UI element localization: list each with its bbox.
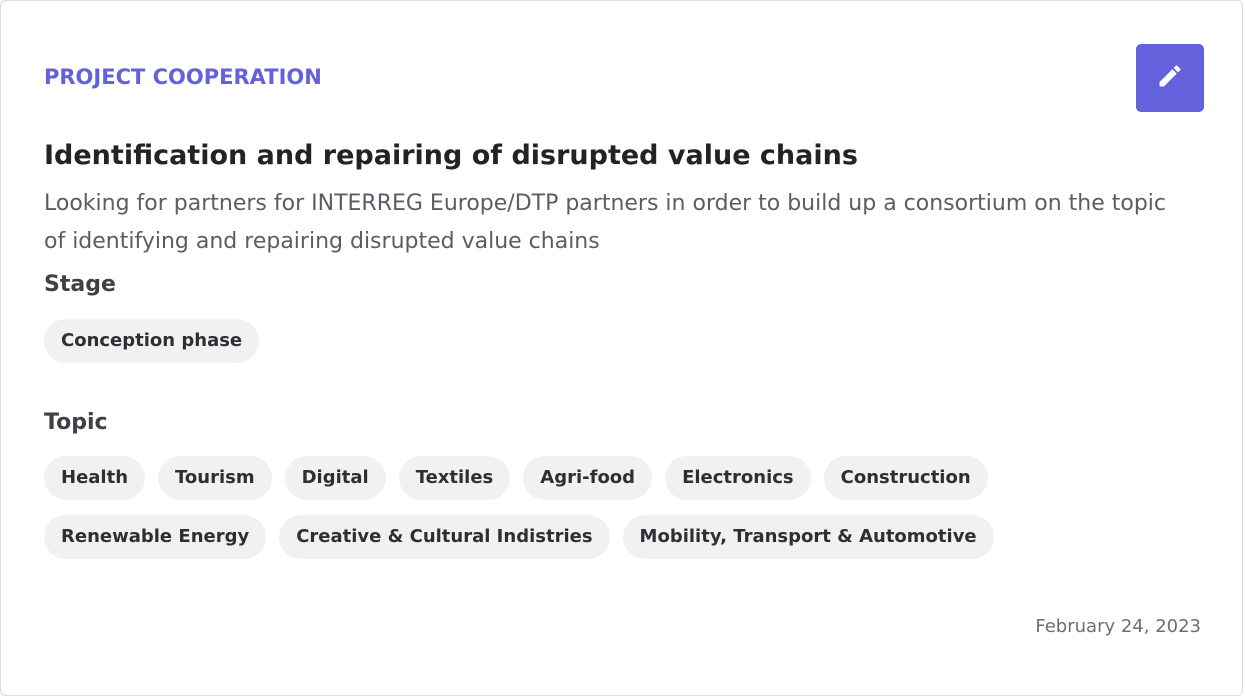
topic-chip[interactable]: Mobility, Transport & Automotive: [622, 515, 994, 559]
topic-chips-row-1: Health Tourism Digital Textiles Agri-foo…: [44, 456, 988, 500]
card-description: Looking for partners for INTERREG Europe…: [44, 191, 1167, 254]
stage-chips: Conception phase: [44, 319, 260, 363]
topic-chip[interactable]: Creative & Cultural Indistries: [279, 515, 610, 559]
topic-chips-row-2: Renewable Energy Creative & Cultural Ind…: [44, 515, 994, 559]
topic-label: Topic: [44, 410, 108, 435]
topic-chip[interactable]: Agri-food: [523, 456, 653, 500]
topic-chip[interactable]: Electronics: [665, 456, 811, 500]
edit-button[interactable]: [1136, 44, 1204, 112]
stage-chip[interactable]: Conception phase: [44, 319, 260, 363]
card-title: Identification and repairing of disrupte…: [44, 140, 858, 171]
topic-chip[interactable]: Construction: [823, 456, 988, 500]
stage-label: Stage: [44, 272, 116, 297]
topic-chip[interactable]: Health: [44, 456, 146, 500]
topic-chip[interactable]: Renewable Energy: [44, 515, 267, 559]
post-date: February 24, 2023: [1035, 616, 1201, 637]
category-label: PROJECT COOPERATION: [44, 65, 322, 89]
project-card: PROJECT COOPERATION Identification and r…: [0, 0, 1243, 696]
topic-chip[interactable]: Digital: [284, 456, 386, 500]
topic-chip[interactable]: Tourism: [158, 456, 272, 500]
topic-chip[interactable]: Textiles: [398, 456, 511, 500]
pencil-icon: [1156, 62, 1184, 94]
